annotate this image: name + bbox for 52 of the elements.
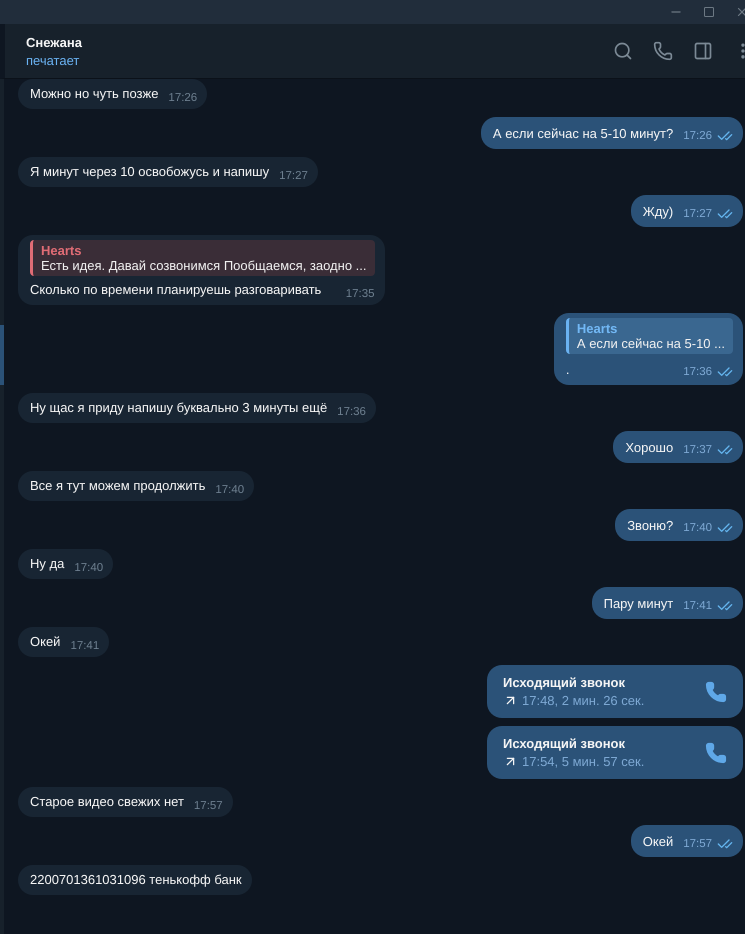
call-title: Исходящий звонок [503, 736, 626, 751]
message-text: Можно но чуть позже [30, 85, 158, 103]
message-time: 17:57 [683, 838, 712, 850]
message-text: А если сейчас на 5-10 минут? [492, 125, 674, 143]
message-text: Окей [642, 833, 674, 851]
message-time: 17:26 [168, 92, 198, 104]
chat-name: Снежана [26, 34, 83, 50]
message-text: Я минут через 10 освобожусь и напишу [30, 163, 270, 181]
close-icon[interactable] [735, 5, 745, 19]
message-text: 2200701361031096 тенькофф банк [30, 871, 242, 889]
typing-status: печатает [26, 52, 80, 68]
reply-author: Hearts [576, 321, 618, 336]
reply-quote[interactable]: Hearts Есть идея. Давай созвонимся Пообщаемся, заодно ... [30, 240, 374, 276]
reply-text: Есть идея. Давай созвонимся Пообщаемся, заодно ... [41, 258, 366, 273]
message-time: 17:27 [683, 208, 712, 220]
call-title: Исходящий звонок [503, 675, 626, 690]
message-time: 17:36 [683, 366, 712, 378]
message-time: 17:40 [215, 484, 244, 496]
phone-icon[interactable] [653, 41, 673, 61]
message-text: Хорошо [625, 439, 674, 457]
maximize-icon[interactable] [703, 6, 715, 18]
call-bubble[interactable]: Исходящий звонок 17:54, 5 мин. 57 сек. [487, 726, 743, 779]
message-time: 17:27 [279, 170, 308, 182]
message-text: Ну да [30, 555, 64, 573]
message-text: Старое видео свежих нет [30, 793, 184, 811]
message-time: 17:41 [70, 640, 100, 652]
phone-icon[interactable] [705, 742, 727, 764]
call-time: 17:54, 5 мин. 57 сек. [522, 754, 644, 769]
message-time: 17:37 [683, 444, 712, 456]
message-text: Ну щас я приду напишу буквально 3 минуты ещё [30, 399, 328, 417]
message-text: Жду) [642, 203, 674, 221]
reply-author: Hearts [41, 243, 82, 258]
message-time: 17:35 [346, 288, 374, 300]
message-text: Звоню? [627, 517, 674, 535]
call-time: 17:48, 2 мин. 26 сек. [522, 693, 644, 708]
reply-text: А если сейчас на 5-10 ... [576, 336, 725, 351]
message-text: Сколько по времени планируешь разговаривать [30, 281, 322, 299]
message-text: . [566, 361, 570, 379]
message-time: 17:41 [683, 600, 712, 612]
message-time: 17:36 [337, 406, 366, 418]
message-text: Пару минут [604, 595, 674, 613]
message-time: 17:40 [74, 562, 104, 574]
message-time: 17:40 [683, 522, 712, 534]
reply-quote[interactable]: Hearts А если сейчас на 5-10 ... [566, 318, 733, 354]
sidebar-toggle-icon[interactable] [693, 41, 713, 61]
message-text: Все я тут можем продолжить [30, 477, 206, 495]
search-icon[interactable] [613, 41, 633, 61]
message-text: Окей [30, 633, 60, 651]
message-time: 17:26 [683, 130, 712, 142]
message-time: 17:57 [194, 800, 223, 812]
call-bubble[interactable]: Исходящий звонок 17:48, 2 мин. 26 сек. [487, 665, 743, 718]
phone-icon[interactable] [705, 680, 727, 702]
